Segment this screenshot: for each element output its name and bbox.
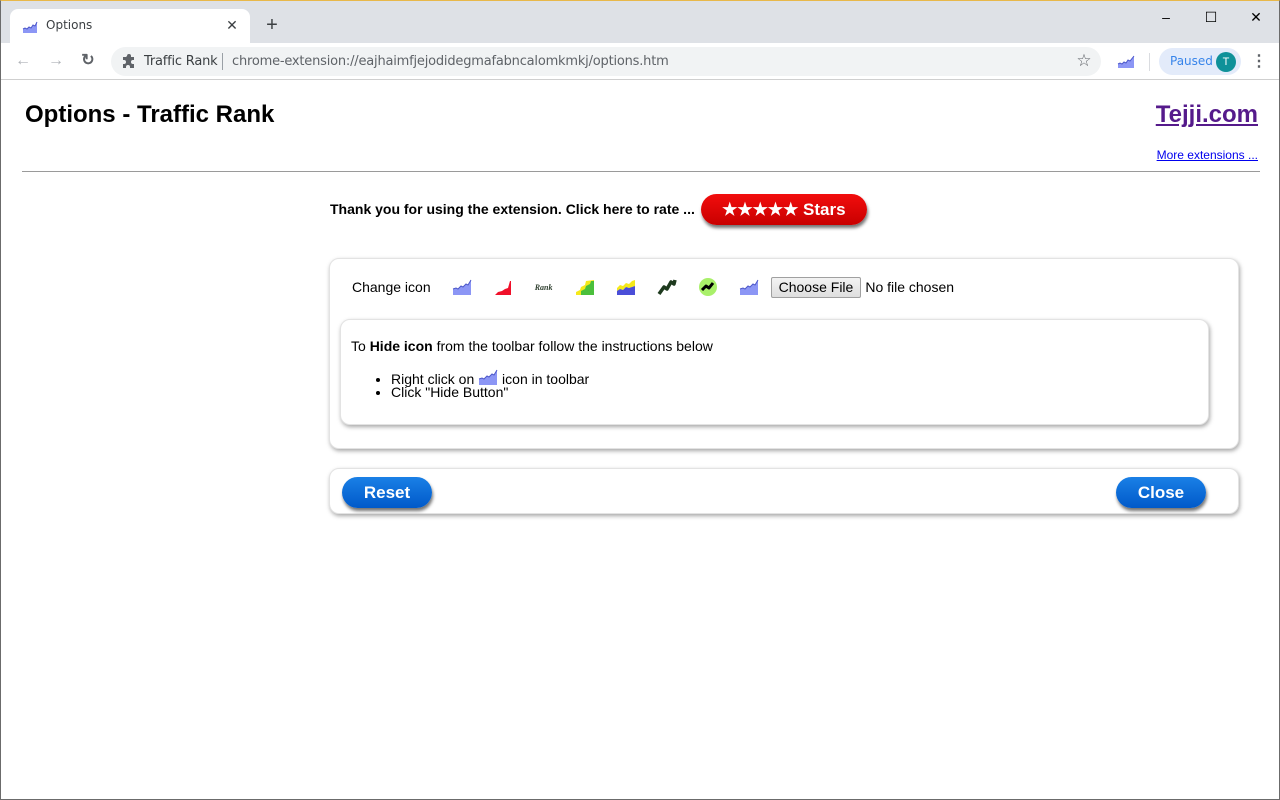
back-arrow-icon[interactable]: ←	[13, 51, 33, 71]
blue-area-chart-icon[interactable]	[451, 277, 473, 297]
bookmark-star-icon[interactable]: ☆	[1075, 52, 1093, 70]
tejji-link[interactable]: Tejji.com	[1156, 101, 1258, 129]
site-label: Traffic Rank	[144, 54, 218, 69]
kebab-menu-icon[interactable]: ⋮	[1251, 52, 1267, 72]
avatar: T	[1216, 52, 1236, 72]
minimize-button[interactable]: –	[1156, 7, 1176, 27]
file-status: No file chosen	[865, 279, 955, 295]
traffic-rank-extension-icon[interactable]	[1117, 53, 1135, 69]
forward-arrow-icon[interactable]: →	[46, 51, 66, 71]
tab-close-icon[interactable]: ✕	[224, 17, 240, 33]
instructions-intro: To Hide icon from the toolbar follow the…	[351, 338, 713, 354]
tab-options[interactable]: Options ✕	[10, 9, 250, 43]
yellow-blue-step-icon[interactable]	[615, 277, 637, 297]
reset-button[interactable]: Reset	[342, 477, 432, 508]
hide-icon-emphasis: Hide icon	[369, 338, 433, 354]
red-area-chart-icon[interactable]	[492, 277, 514, 297]
page-title: Options - Traffic Rank	[25, 101, 275, 128]
profile-button[interactable]: Paused T	[1159, 48, 1241, 75]
reload-icon[interactable]: ↻	[78, 51, 98, 71]
header-divider	[22, 171, 1260, 172]
url-text[interactable]: chrome-extension://eajhaimfjejodidegmafa…	[232, 54, 669, 69]
change-icon-label: Change icon	[352, 279, 431, 295]
maximize-button[interactable]: ☐	[1201, 7, 1221, 27]
choose-file-button[interactable]: Choose File	[770, 276, 862, 298]
instructions-list: Right click on icon in toolbar Click "Hi…	[391, 368, 589, 400]
green-circle-zigzag-icon[interactable]	[697, 277, 719, 297]
new-tab-button[interactable]: +	[262, 15, 282, 35]
puzzle-piece-icon	[123, 54, 134, 68]
change-icon-row: Change icon Rank Choose File No file cho…	[352, 275, 954, 299]
yellow-green-step-icon[interactable]	[574, 277, 596, 297]
traffic-rank-favicon-icon	[22, 21, 38, 33]
address-bar[interactable]: Traffic Rank chrome-extension://eajhaimf…	[111, 47, 1101, 76]
rank-text-icon[interactable]: Rank	[533, 277, 555, 297]
profile-status: Paused	[1170, 54, 1213, 68]
toolbar-divider	[1149, 53, 1150, 71]
blue-area-chart-icon-alt[interactable]	[738, 277, 760, 297]
dark-green-zigzag-icon[interactable]	[656, 277, 678, 297]
action-buttons-card: Reset Close	[329, 468, 1239, 514]
hide-icon-instructions: To Hide icon from the toolbar follow the…	[340, 319, 1209, 425]
browser-toolbar: ← → ↻ Traffic Rank chrome-extension://ea…	[1, 43, 1279, 80]
omnibox-divider	[222, 53, 223, 70]
icon-settings-card: Change icon Rank Choose File No file cho…	[329, 258, 1239, 449]
tab-strip: Options ✕ + – ☐ ✕	[1, 1, 1279, 43]
more-extensions-link[interactable]: More extensions ...	[1157, 148, 1258, 162]
rate-text: Thank you for using the extension. Click…	[330, 201, 695, 217]
rate-stars-button[interactable]: ★★★★★ Stars	[700, 193, 867, 225]
browser-window: Options ✕ + – ☐ ✕ ← → ↻ Traffic Rank chr…	[0, 0, 1280, 800]
instruction-step: Right click on icon in toolbar	[391, 368, 589, 387]
close-window-button[interactable]: ✕	[1246, 7, 1266, 27]
tab-title: Options	[46, 18, 93, 32]
close-button[interactable]: Close	[1116, 477, 1206, 508]
rate-row: Thank you for using the extension. Click…	[330, 193, 867, 225]
options-page: Options - Traffic Rank Tejji.com More ex…	[2, 81, 1279, 799]
